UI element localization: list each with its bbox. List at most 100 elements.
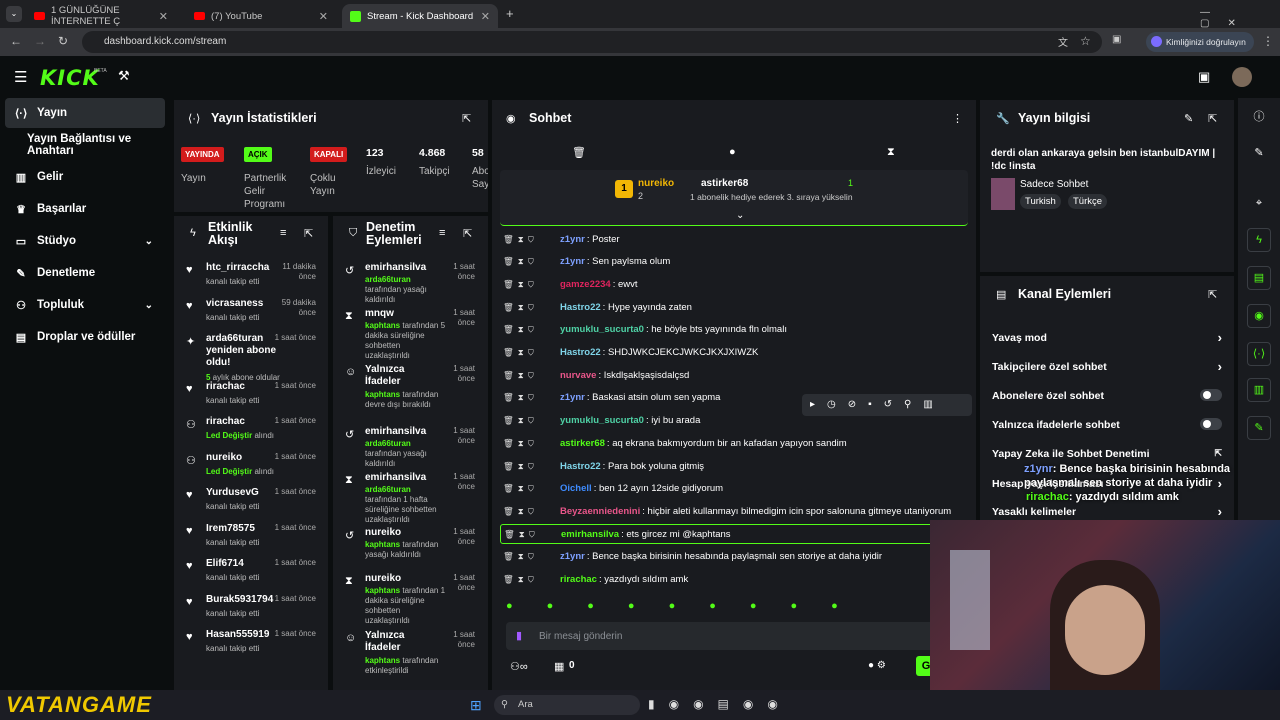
message-action-icons[interactable]: 🗑⧗⛉ <box>500 347 560 358</box>
leader-user[interactable]: astirker68 <box>701 178 748 189</box>
category-name[interactable]: Sadece Sohbet <box>1020 179 1088 190</box>
forward-icon[interactable]: → <box>34 34 46 48</box>
chat-message[interactable]: 🗑⧗⛉ gamze2234: ewvt <box>500 274 960 294</box>
popout-icon[interactable]: ⇱ <box>462 112 471 125</box>
message-action-icons[interactable]: 🗑⧗⛉ <box>500 483 560 494</box>
message-action-icons[interactable]: 🗑⧗⛉ <box>500 506 560 517</box>
chat-username[interactable]: nurvave <box>560 370 596 381</box>
chat-bubble-icon[interactable]: ● <box>729 146 736 158</box>
people-icon[interactable]: ⚇∞ <box>510 660 528 673</box>
chevron-down-icon[interactable]: ⌄ <box>736 210 744 221</box>
subscribers-only-row[interactable]: Abonelere özel sohbet <box>992 389 1222 402</box>
message-action-icons[interactable]: 🗑⧗⛉ <box>500 370 560 381</box>
wrench-icon[interactable]: ✎ <box>1247 416 1271 440</box>
target-icon[interactable]: ⌖ <box>1247 192 1271 216</box>
moderation-target[interactable]: emirhansilva <box>365 262 435 274</box>
broadcast-icon[interactable]: ⟨·⟩ <box>1247 342 1271 366</box>
avatar[interactable] <box>1232 67 1252 87</box>
chat-message[interactable]: 🗑⧗⛉ Oichell: ben 12 ayın 12side gidiyorum <box>500 479 960 499</box>
chat-settings-icon[interactable]: ● ⚙ <box>868 660 886 671</box>
info-icon[interactable]: ⓘ <box>1247 106 1271 130</box>
chat-username[interactable]: gamze2234 <box>560 279 611 290</box>
chat-message[interactable]: 🗑⧗⛉ nurvave: Iskdlşaklşaşisdalçsd <box>500 365 960 385</box>
chat-message[interactable]: 🗑⧗⛉ rirachac: yazdıydı sıldım amk <box>500 570 960 590</box>
subscribers-only-toggle[interactable] <box>1200 389 1222 401</box>
star-icon[interactable]: ☆ <box>1080 34 1091 48</box>
chat-username[interactable]: yumuklu_sucurta0 <box>560 415 644 426</box>
moderation-target[interactable]: Yalnızca İfadeler <box>365 364 435 388</box>
chat-username[interactable]: astirker68 <box>560 438 605 449</box>
hammer-icon[interactable]: ⚒ <box>118 68 130 84</box>
chat-message[interactable]: 🗑⧗⛉ Hastro22: SHDJWKCJEKCJWKCJKXJXIWZK <box>500 343 960 363</box>
sidebar-item-drops[interactable]: ▤ Droplar ve ödüller <box>5 322 165 352</box>
chat-username[interactable]: z1ynr <box>560 234 585 245</box>
tag-chip[interactable]: Türkçe <box>1068 194 1108 209</box>
chat-icon[interactable]: ◉ <box>1247 304 1271 328</box>
trash-icon[interactable]: 🗑 <box>572 146 586 159</box>
message-action-icons[interactable]: 🗑⧗⛉ <box>500 256 560 267</box>
category-thumbnail[interactable] <box>991 178 1015 210</box>
message-mod-toolbar[interactable]: ▸◷⊘▪↺⚲▥ <box>802 394 972 416</box>
chat-input[interactable]: ▮ Bir mesaj gönderin <box>506 622 956 650</box>
message-action-icons[interactable]: 🗑⧗⛉ <box>500 438 560 449</box>
taskbar-search[interactable]: ⚲ Ara <box>494 695 640 715</box>
layout-icon[interactable]: ▥ <box>1247 378 1271 402</box>
message-action-icons[interactable]: 🗑⧗⛉ <box>500 279 560 290</box>
edit-icon[interactable]: ✎ <box>1184 112 1193 125</box>
sidebar-item-moderation[interactable]: ✎ Denetleme <box>5 258 165 288</box>
hamburger-icon[interactable]: ☰ <box>14 68 27 86</box>
emote-only-toggle[interactable] <box>1200 418 1222 430</box>
chat-username[interactable]: z1ynr <box>560 392 585 403</box>
emote-only-row[interactable]: Yalnızca ifadelerle sohbet <box>992 418 1222 431</box>
document-icon[interactable]: ▤ <box>1247 266 1271 290</box>
edit-icon[interactable]: ✎ <box>1247 142 1271 166</box>
moderation-target[interactable]: nureiko <box>365 573 435 585</box>
sidebar-item-stream[interactable]: ⟨·⟩ Yayın <box>5 98 165 128</box>
url-field[interactable]: dashboard.kick.com/stream <box>82 31 1102 53</box>
lightning-icon[interactable]: ϟ <box>1247 228 1271 252</box>
message-action-icons[interactable]: 🗑⧗⛉ <box>500 415 560 426</box>
popout-icon[interactable]: ⇱ <box>1208 288 1217 301</box>
tab-close-button[interactable]: ✕ <box>159 10 168 23</box>
banned-words-row[interactable]: Yasaklı kelimeler › <box>992 504 1222 519</box>
tab-list-button[interactable]: ⌄ <box>6 6 22 22</box>
verify-identity-button[interactable]: Kimliğinizi doğrulayın <box>1146 32 1254 52</box>
chat-message[interactable]: 🗑⧗⛉ astirker68: aq ekrana bakmıyordum bir… <box>500 433 960 453</box>
chat-username[interactable]: Beyzaenniedenini <box>560 506 640 517</box>
ai-moderation-row[interactable]: Yapay Zeka ile Sohbet Denetimi ⇱ <box>992 448 1222 460</box>
moderation-target[interactable]: nureiko <box>365 527 435 539</box>
chat-message[interactable]: 🗑⧗⛉ Hastro22: Hype yayında zaten <box>500 297 960 317</box>
chat-username[interactable]: Oichell <box>560 483 592 494</box>
chat-username[interactable]: Hastro22 <box>560 302 601 313</box>
chat-message[interactable]: 🗑⧗⛉ z1ynr: Bence başka birisinin hesabınd… <box>500 547 960 567</box>
chat-username[interactable]: rirachac <box>560 574 597 585</box>
filter-icon[interactable]: ≡ <box>439 227 445 239</box>
chat-username[interactable]: yumuklu_sucurta0 <box>560 324 644 335</box>
reload-icon[interactable]: ↻ <box>58 34 68 48</box>
chat-message[interactable]: 🗑⧗⛉ Hastro22: Para bok yoluna gitmiş <box>500 456 960 476</box>
followers-only-row[interactable]: Takipçilere özel sohbet › <box>992 359 1222 374</box>
chat-message[interactable]: 🗑⧗⛉ yumuklu_sucurta0: he böyle bts yayını… <box>500 320 960 340</box>
emote-bar[interactable]: ●●●●●●●●● <box>506 600 926 616</box>
extensions-icon[interactable]: ▣ <box>1112 34 1121 45</box>
message-action-icons[interactable]: 🗑⧗⛉ <box>501 529 561 540</box>
chat-username[interactable]: z1ynr <box>560 551 585 562</box>
browser-tab-1[interactable]: 1 GÜNLÜĞÜNE İNTERNETTE Ç ✕ <box>26 4 176 28</box>
message-action-icons[interactable]: 🗑⧗⛉ <box>500 324 560 335</box>
tag-chip[interactable]: Turkish <box>1020 194 1061 209</box>
moderation-target[interactable]: mnqw <box>365 308 435 320</box>
sidebar-item-studio[interactable]: ▭ Stüdyo ⌄ <box>5 226 165 256</box>
hourglass-icon[interactable]: ⧗ <box>887 146 895 159</box>
chat-username[interactable]: Hastro22 <box>560 347 601 358</box>
tab-close-button[interactable]: ✕ <box>319 10 328 23</box>
message-action-icons[interactable]: 🗑⧗⛉ <box>500 551 560 562</box>
popout-icon[interactable]: ⇱ <box>304 227 313 240</box>
message-action-icons[interactable]: 🗑⧗⛉ <box>500 302 560 313</box>
chat-username[interactable]: Hastro22 <box>560 461 601 472</box>
slow-mode-row[interactable]: Yavaş mod › <box>992 330 1222 345</box>
leader-user[interactable]: nureiko <box>638 178 674 189</box>
moderation-target[interactable]: emirhansilva <box>365 472 435 484</box>
sidebar-item-stream-key[interactable]: Yayın Bağlantısı ve Anahtarı <box>5 130 165 160</box>
popout-icon[interactable]: ⇱ <box>1208 112 1217 125</box>
taskbar-apps[interactable]: ▮◉◉▤◉◉ <box>648 697 792 711</box>
